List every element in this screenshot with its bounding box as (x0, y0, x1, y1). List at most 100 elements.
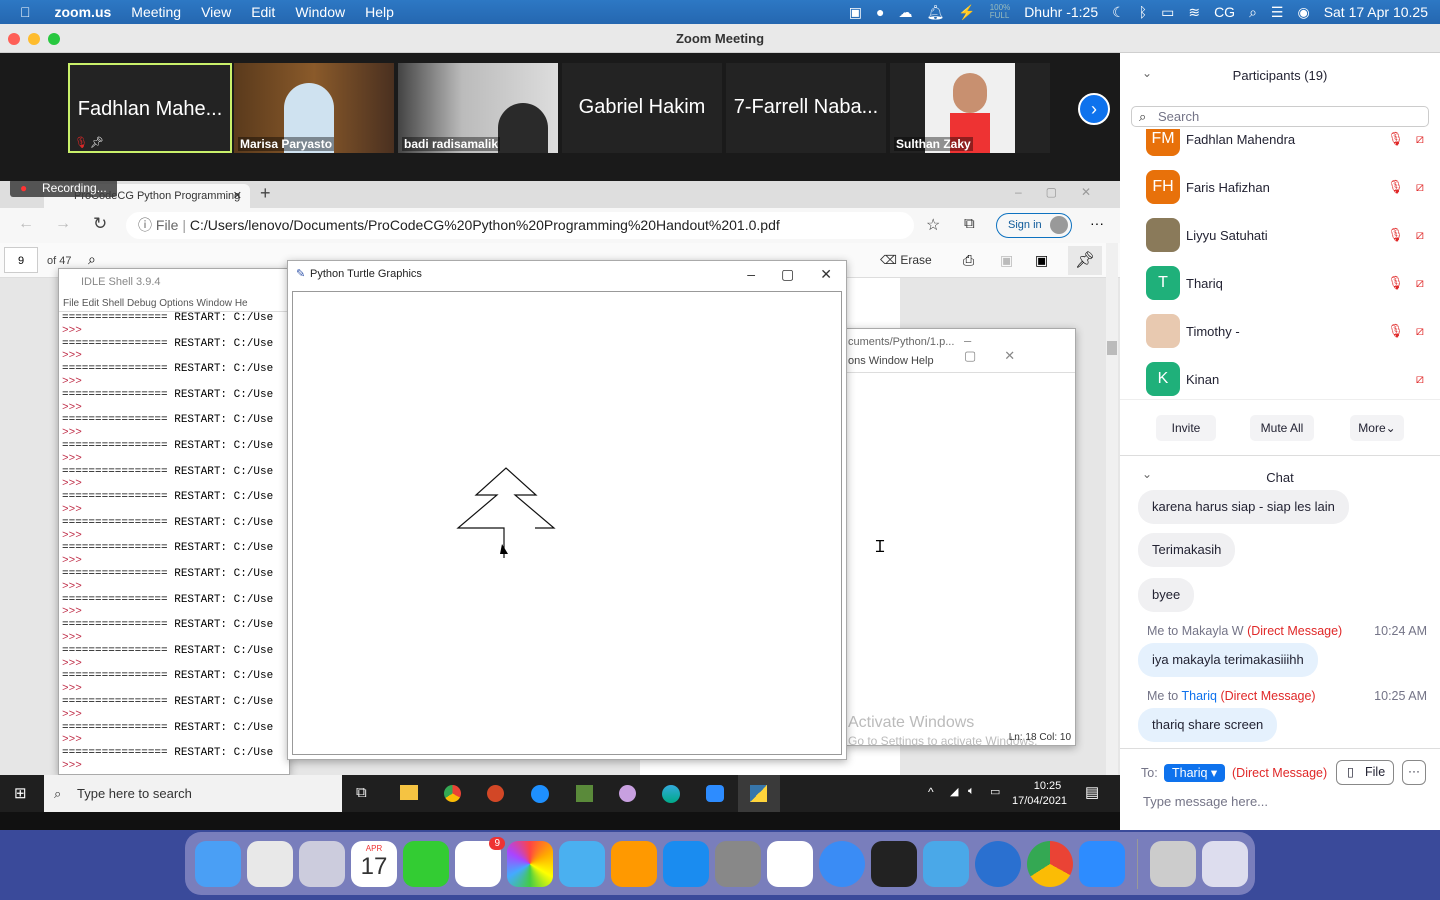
volume-icon[interactable]: 🔈︎ (968, 785, 975, 798)
video-off-icon[interactable]: ⧄ (1416, 131, 1424, 147)
save-icon[interactable]: ▣ (1000, 252, 1013, 269)
menu-window[interactable]: Window (295, 4, 345, 20)
taskbar-search[interactable]: ⌕ Type here to search (44, 775, 342, 812)
video-off-icon[interactable]: ⧄ (1416, 371, 1424, 387)
spotlight-icon[interactable]: ⌕ (1249, 4, 1257, 21)
system-preferences-icon[interactable] (715, 840, 761, 887)
mute-all-button[interactable]: Mute All (1250, 415, 1314, 441)
minimize-button[interactable]: – (747, 261, 755, 287)
finder-icon[interactable] (195, 840, 241, 887)
close-button[interactable]: ✕ (820, 261, 832, 287)
video-off-icon[interactable]: ⧄ (1416, 227, 1424, 243)
favorites-icon[interactable]: ☆ (926, 215, 940, 235)
participant-row[interactable]: FM Fadhlan Mahendra 🎙︎ ⧄ (1146, 129, 1436, 159)
shell-output[interactable]: ================ RESTART: C:/Use >>> =====… (59, 312, 289, 773)
menu-help[interactable]: Help (365, 4, 394, 20)
muted-mic-icon[interactable]: 🎙︎ (1387, 323, 1404, 339)
powerpoint-icon[interactable] (487, 785, 504, 802)
safari-icon[interactable] (819, 840, 865, 887)
siri-icon[interactable]: ◉ (1297, 4, 1309, 21)
dock-app-icon[interactable] (923, 840, 969, 887)
new-tab-button[interactable]: + (260, 183, 271, 204)
forward-button[interactable]: → (55, 215, 71, 233)
messages-icon[interactable] (403, 840, 449, 887)
next-videos-button[interactable]: › (1078, 93, 1110, 125)
editor-window-controls[interactable]: –▢✕ (964, 333, 1075, 364)
preview-icon[interactable] (299, 840, 345, 887)
zoom-icon[interactable] (1079, 840, 1125, 887)
turtle-window[interactable]: ✎ Python Turtle Graphics – ▢ ✕ (287, 260, 847, 760)
address-bar[interactable]: ⓘ File | C:/Users/lenovo/Documents/ProCo… (126, 212, 914, 239)
launchpad-icon[interactable] (247, 840, 293, 887)
video-tile[interactable]: Fadhlan Mahe... 🎙︎ 📌︎ (68, 63, 232, 153)
recording-indicator[interactable]: ● Recording... (10, 181, 117, 197)
chat-messages[interactable]: karena harus siap - siap les lain Terima… (1120, 490, 1440, 748)
refresh-button[interactable]: ↻ (93, 214, 107, 234)
muted-mic-icon[interactable]: 🎙︎ (1387, 131, 1404, 147)
battery-tray-icon[interactable]: ▭ (990, 785, 1000, 798)
menu-app[interactable]: zoom.us (55, 4, 112, 20)
collections-icon[interactable]: ⧉ (964, 215, 975, 232)
notifications-icon[interactable]: ▤ (1085, 783, 1099, 801)
calendar-icon[interactable]: APR 17 (351, 840, 397, 887)
idle-shell-window[interactable]: IDLE Shell 3.9.4 File Edit Shell Debug O… (58, 268, 290, 775)
close-tab-icon[interactable]: ✕ (233, 184, 242, 208)
input-source[interactable]: CG (1214, 4, 1235, 20)
invite-button[interactable]: Invite (1156, 415, 1216, 441)
save-as-icon[interactable]: ▣ (1035, 252, 1048, 269)
chat-status-icon[interactable]: ● (876, 4, 884, 20)
search-pdf-icon[interactable]: ⌕ (88, 251, 96, 268)
minimize-window-button[interactable] (28, 33, 40, 45)
muted-mic-icon[interactable]: 🎙︎ (1387, 275, 1404, 291)
file-explorer-icon[interactable] (400, 785, 418, 800)
pin-toolbar-icon[interactable]: 📌︎ (1068, 246, 1102, 275)
chrome-icon[interactable] (444, 785, 461, 802)
terminal-icon[interactable] (871, 840, 917, 887)
turtle-canvas[interactable] (292, 291, 842, 755)
zoom-taskbar-icon[interactable] (706, 785, 724, 802)
page-number-input[interactable]: 9 (4, 247, 38, 273)
cloud-icon[interactable]: ☁ (899, 4, 913, 21)
moon-icon[interactable]: ☾ (1112, 4, 1125, 21)
zoom-window-button[interactable] (48, 33, 60, 45)
chat-input[interactable]: Type message here... (1143, 794, 1268, 809)
print-icon[interactable]: ⎙ (963, 252, 974, 269)
network-icon[interactable]: ◢ (950, 785, 958, 798)
apple-icon[interactable]:  (20, 4, 31, 20)
battery-app-icon[interactable]: ⚡ (958, 4, 975, 21)
bluetooth-icon[interactable]: ᛒ (1139, 4, 1147, 20)
paint-icon[interactable] (619, 785, 636, 802)
chat-more-button[interactable]: ··· (1402, 760, 1426, 785)
reminders-icon[interactable]: 9 (455, 836, 505, 887)
keynote-icon[interactable] (559, 840, 605, 887)
python-taskbar-button[interactable] (738, 775, 780, 812)
idle-menu[interactable]: File Edit Shell Debug Options Window He (59, 295, 289, 312)
muted-mic-icon[interactable]: 🎙︎ (1387, 179, 1404, 195)
erase-button[interactable]: ⌫ Erase (880, 253, 932, 267)
edge-icon[interactable] (662, 785, 680, 803)
muted-mic-icon[interactable]: 🎙︎ (1387, 227, 1404, 243)
video-off-icon[interactable]: ⧄ (1416, 179, 1424, 195)
more-button[interactable]: More⌄ (1350, 415, 1404, 441)
video-off-icon[interactable]: ⧄ (1416, 323, 1424, 339)
close-window-button[interactable] (8, 33, 20, 45)
tray-chevron-icon[interactable]: ^ (928, 785, 934, 799)
maximize-button[interactable]: ▢ (781, 261, 794, 287)
participant-row[interactable]: T Thariq 🎙︎ ⧄ (1146, 263, 1436, 303)
printer-icon[interactable] (1150, 840, 1196, 887)
back-button[interactable]: ← (18, 215, 34, 233)
menu-view[interactable]: View (201, 4, 231, 20)
notes-icon[interactable] (767, 840, 813, 887)
pdf-scrollbar[interactable] (1106, 243, 1118, 775)
trash-icon[interactable] (1202, 840, 1248, 887)
sign-in-button[interactable]: Sign in (996, 213, 1072, 238)
chrome-icon[interactable] (1027, 840, 1073, 887)
menu-meeting[interactable]: Meeting (131, 4, 181, 20)
app-store-icon[interactable] (663, 840, 709, 887)
participants-search[interactable]: ⌕ Search (1131, 106, 1429, 127)
wifi-icon[interactable]: ≋ (1188, 4, 1200, 21)
menu-edit[interactable]: Edit (251, 4, 275, 20)
video-tile[interactable]: Gabriel Hakim (562, 63, 722, 153)
control-center-icon[interactable]: ☰ (1271, 4, 1284, 21)
participant-row[interactable]: FH Faris Hafizhan 🎙︎ ⧄ (1146, 167, 1436, 207)
